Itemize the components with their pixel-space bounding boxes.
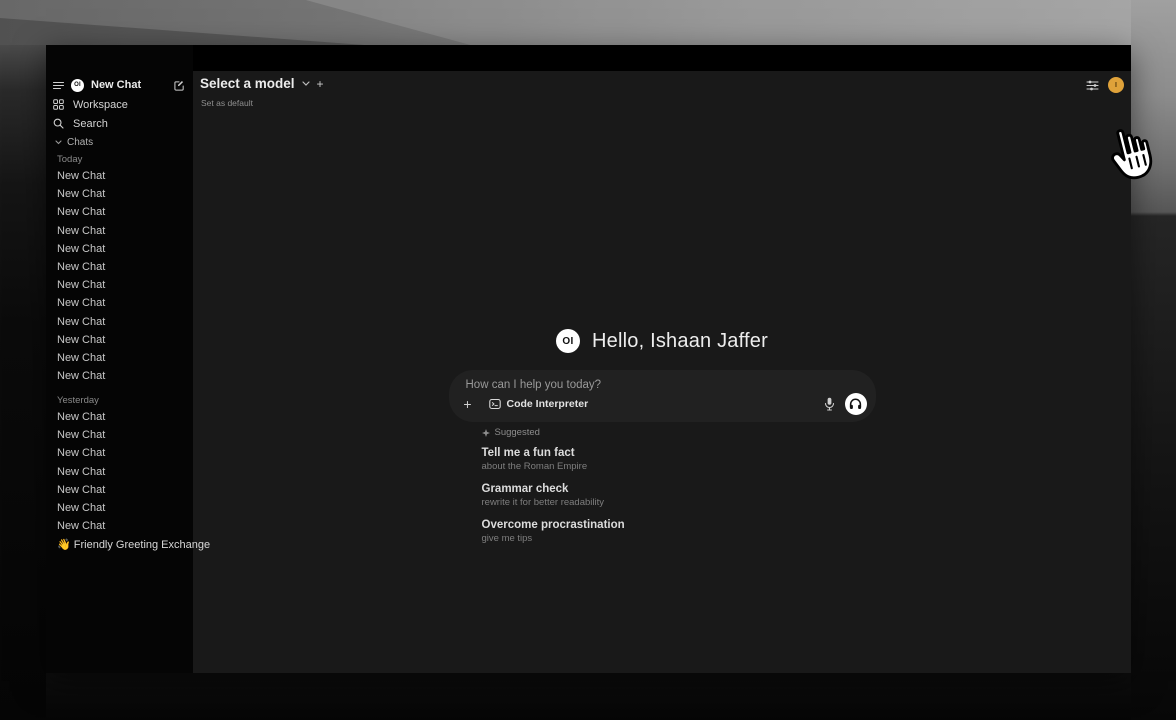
code-interpreter-label: Code Interpreter [507, 398, 589, 410]
attach-button[interactable]: + [459, 396, 477, 412]
chat-list-item[interactable]: New Chat [46, 222, 193, 240]
model-selector-label: Select a model [200, 76, 295, 91]
desktop-background-left [0, 45, 46, 720]
suggestion-item[interactable]: Tell me a fun fact about the Roman Empir… [482, 447, 876, 472]
voice-call-button[interactable] [845, 393, 867, 415]
sidebar: OI New Chat Workspace [46, 45, 193, 673]
suggestions-header: Suggested [482, 427, 876, 438]
topbar-right: I [1086, 77, 1124, 93]
workspace-icon [53, 99, 64, 110]
app-logo-icon: OI [556, 329, 580, 353]
microphone-icon[interactable] [824, 397, 835, 411]
sidebar-header: OI New Chat [53, 76, 185, 94]
chevron-down-icon [302, 81, 310, 86]
chat-list-item[interactable]: New Chat [46, 294, 193, 312]
chat-list-item[interactable]: New Chat [46, 276, 193, 294]
chat-list-item[interactable]: New Chat [46, 481, 193, 499]
greeting: OI Hello, Ishaan Jaffer [556, 329, 768, 353]
chat-list-item[interactable]: New Chat [46, 463, 193, 481]
chats-section-label: Chats [67, 137, 93, 148]
desktop-background-right [1131, 0, 1176, 720]
chevron-down-icon [55, 140, 62, 145]
code-interpreter-icon [489, 398, 501, 410]
chat-list-item[interactable]: New Chat [46, 517, 193, 535]
screen: OI New Chat Workspace [0, 0, 1176, 720]
suggestion-item[interactable]: Overcome procrastination give me tips [482, 519, 876, 544]
sidebar-nav-workspace[interactable]: Workspace [53, 95, 185, 114]
chat-group-label-yesterday: Yesterday [57, 395, 99, 406]
suggestion-title: Tell me a fun fact [482, 447, 876, 459]
chat-list-item-named[interactable]: 👋 Friendly Greeting Exchange [46, 535, 193, 553]
chat-list-item[interactable]: New Chat [46, 167, 193, 185]
suggestion-subtitle: give me tips [482, 533, 876, 544]
app-window: OI New Chat Workspace [46, 45, 1131, 673]
search-label: Search [73, 118, 108, 130]
chat-list-item[interactable]: New Chat [46, 185, 193, 203]
main-content: OI Hello, Ishaan Jaffer How can I help y… [193, 329, 1131, 555]
suggestions-label: Suggested [495, 427, 540, 438]
suggestion-list: Tell me a fun fact about the Roman Empir… [482, 447, 876, 544]
chat-list-item[interactable]: New Chat [46, 444, 193, 462]
search-icon [53, 118, 64, 129]
chat-list-item[interactable]: New Chat [46, 258, 193, 276]
chat-list-item[interactable]: New Chat [46, 426, 193, 444]
chat-list-item[interactable]: New Chat [46, 203, 193, 221]
suggestions: Suggested Tell me a fun fact about the R… [449, 427, 876, 555]
chat-group-label-today: Today [57, 154, 82, 165]
window-top-strip [46, 45, 1131, 71]
headphones-icon [849, 398, 862, 410]
user-avatar[interactable]: I [1108, 77, 1124, 93]
composer-toolbar: + Code Interpreter [459, 392, 867, 416]
app-logo-icon: OI [71, 79, 84, 92]
sidebar-nav-search[interactable]: Search [53, 114, 185, 133]
chat-list-item[interactable]: New Chat [46, 349, 193, 367]
code-interpreter-toggle[interactable]: Code Interpreter [489, 398, 589, 410]
chats-section-toggle[interactable]: Chats [55, 137, 93, 148]
suggestion-item[interactable]: Grammar check rewrite it for better read… [482, 483, 876, 508]
settings-sliders-icon[interactable] [1086, 79, 1099, 92]
suggestion-subtitle: about the Roman Empire [482, 461, 876, 472]
sparkle-icon [482, 429, 490, 437]
menu-icon[interactable] [53, 81, 64, 90]
message-input[interactable]: How can I help you today? [466, 379, 859, 391]
window-title: New Chat [91, 79, 167, 91]
chat-list-today: New ChatNew ChatNew ChatNew ChatNew Chat… [46, 167, 193, 385]
chat-list-item[interactable]: New Chat [46, 331, 193, 349]
greeting-text: Hello, Ishaan Jaffer [592, 330, 768, 353]
message-composer: How can I help you today? + Code Interpr… [449, 370, 876, 422]
chat-list-item[interactable]: New Chat [46, 240, 193, 258]
chat-list-item[interactable]: New Chat [46, 367, 193, 385]
workspace-label: Workspace [73, 99, 128, 111]
chat-list-item[interactable]: New Chat [46, 408, 193, 426]
suggestion-title: Overcome procrastination [482, 519, 876, 531]
suggestion-subtitle: rewrite it for better readability [482, 497, 876, 508]
set-as-default-link[interactable]: Set as default [201, 98, 253, 108]
chat-list-yesterday: New ChatNew ChatNew ChatNew ChatNew Chat… [46, 408, 193, 535]
add-model-button[interactable]: + [317, 77, 324, 91]
model-selector[interactable]: Select a model + [200, 76, 324, 91]
suggestion-title: Grammar check [482, 483, 876, 495]
chat-list-item[interactable]: New Chat [46, 499, 193, 517]
new-chat-icon[interactable] [174, 80, 185, 91]
chat-list-item[interactable]: New Chat [46, 313, 193, 331]
desktop-background-bottom [46, 673, 1131, 720]
